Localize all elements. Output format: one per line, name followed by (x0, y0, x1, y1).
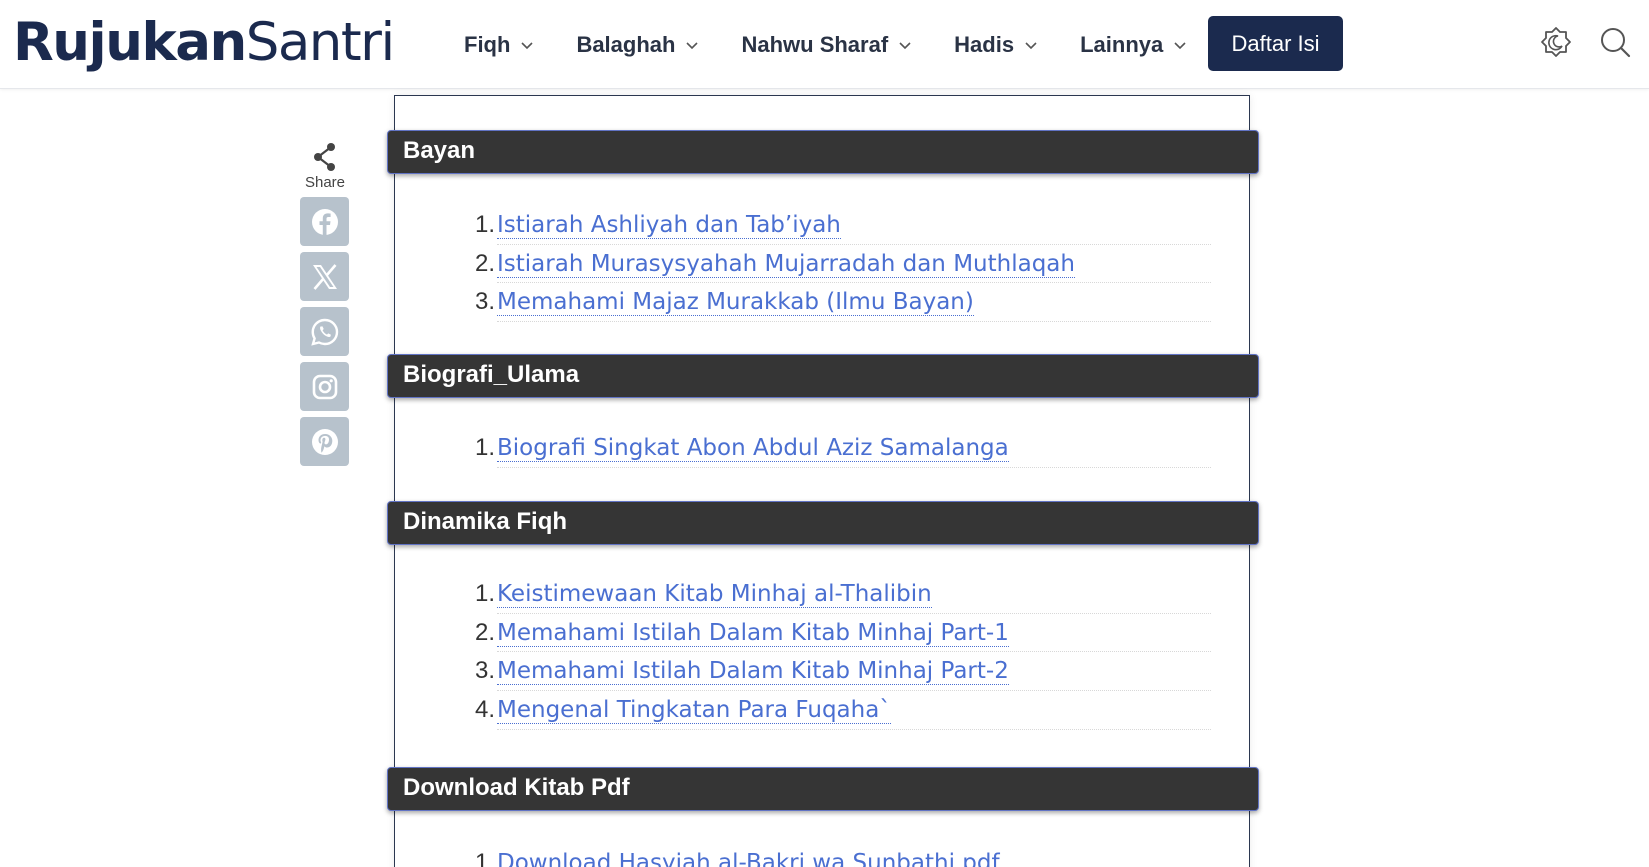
table-of-contents: Bayan 1. Istiarah Ashliyah dan Tab’iyah 2… (387, 95, 1259, 867)
list-item: 3. Memahami Majaz Murakkab (Ilmu Bayan) (475, 283, 1211, 323)
share-facebook-button[interactable] (300, 197, 349, 246)
share-pinterest-button[interactable] (300, 417, 349, 466)
nav-item-nahwu-sharaf[interactable]: Nahwu Sharaf (741, 32, 912, 58)
list-item: 2. Memahami Istilah Dalam Kitab Minhaj Pa… (475, 614, 1211, 653)
nav-item-balaghah[interactable]: Balaghah (576, 32, 699, 58)
section-heading: Download Kitab Pdf (387, 767, 1259, 811)
list-item: 1. Istiarah Ashliyah dan Tab’iyah (475, 206, 1211, 245)
logo-part-2: Santri (245, 12, 396, 73)
logo-part-1: Rujukan (13, 12, 247, 73)
facebook-icon (311, 208, 338, 235)
site-header: RujukanSantri Fiqh Balaghah Nahwu Sharaf… (0, 0, 1649, 89)
chevron-down-icon (686, 41, 699, 49)
main-nav: Fiqh Balaghah Nahwu Sharaf Hadis Lainnya (464, 0, 1229, 89)
section-list: 1. Keistimewaan Kitab Minhaj al-Thalibin … (465, 575, 1211, 730)
section-heading: Bayan (387, 130, 1259, 174)
article-link[interactable]: Keistimewaan Kitab Minhaj al-Thalibin (497, 581, 932, 608)
nav-label: Balaghah (576, 31, 676, 57)
list-item: 4. Mengenal Tingkatan Para Fuqaha` (475, 691, 1211, 730)
article-link[interactable]: Mengenal Tingkatan Para Fuqaha` (497, 697, 891, 725)
site-logo[interactable]: RujukanSantri (13, 10, 396, 76)
list-number: 1. (474, 211, 495, 238)
nav-item-lainnya[interactable]: Lainnya (1080, 32, 1187, 58)
section-heading: Biografi_Ulama (387, 354, 1259, 398)
nav-item-hadis[interactable]: Hadis (954, 32, 1038, 58)
nav-label: Fiqh (464, 31, 511, 57)
chevron-down-icon (1025, 41, 1037, 49)
share-x-button[interactable] (300, 252, 349, 301)
article-link[interactable]: Memahami Istilah Dalam Kitab Minhaj Part… (497, 658, 1009, 686)
list-number: 4. (474, 696, 495, 724)
list-item: 1. Biografi Singkat Abon Abdul Aziz Samal… (475, 429, 1211, 468)
pinterest-icon (311, 428, 338, 455)
list-item: 3. Memahami Istilah Dalam Kitab Minhaj Pa… (475, 652, 1211, 692)
share-whatsapp-button[interactable] (300, 307, 349, 356)
list-number: 1. (474, 434, 495, 461)
list-item: 1. Keistimewaan Kitab Minhaj al-Thalibin (475, 575, 1211, 614)
nav-label: Lainnya (1080, 31, 1164, 57)
section-list: 1. Biografi Singkat Abon Abdul Aziz Samal… (465, 429, 1211, 468)
chevron-down-icon (521, 41, 534, 49)
list-item: 2. Istiarah Murasysyahah Mujarradah dan M… (475, 245, 1211, 284)
article-link[interactable]: Istiarah Murasysyahah Mujarradah dan Mut… (497, 250, 1075, 278)
nav-label: Hadis (954, 31, 1015, 57)
list-number: 1. (474, 580, 495, 607)
section-list: 1. Download Hasyiah al-Bakri wa Sunbathi … (465, 844, 1211, 867)
daftar-isi-button[interactable]: Daftar Isi (1208, 16, 1343, 71)
theme-toggle-icon[interactable] (1538, 24, 1574, 60)
chevron-down-icon (899, 41, 911, 49)
chevron-down-icon (1174, 41, 1186, 49)
nav-label: Nahwu Sharaf (741, 31, 889, 57)
whatsapp-icon (310, 318, 338, 346)
section-heading: Dinamika Fiqh (387, 501, 1259, 545)
nav-item-fiqh[interactable]: Fiqh (464, 32, 534, 58)
share-label: Share (304, 174, 346, 191)
share-header: Share (300, 142, 350, 191)
instagram-icon (312, 374, 337, 399)
article-link[interactable]: Download Hasyiah al-Bakri wa Sunbathi pd… (497, 850, 1000, 867)
list-number: 2. (474, 618, 495, 646)
x-icon (312, 263, 337, 290)
article-link[interactable]: Istiarah Ashliyah dan Tab’iyah (497, 212, 841, 239)
section-list: 1. Istiarah Ashliyah dan Tab’iyah 2. Istia… (465, 206, 1211, 323)
list-number: 3. (474, 657, 495, 685)
list-number: 2. (474, 249, 495, 277)
list-item: 1. Download Hasyiah al-Bakri wa Sunbathi … (475, 844, 1211, 867)
list-number: 1. (474, 849, 495, 867)
article-link[interactable]: Memahami Majaz Murakkab (Ilmu Bayan) (497, 289, 974, 317)
share-instagram-button[interactable] (300, 362, 349, 411)
list-number: 3. (474, 288, 495, 316)
article-link[interactable]: Memahami Istilah Dalam Kitab Minhaj Part… (497, 619, 1009, 647)
share-icon (314, 143, 335, 171)
share-sidebar: Share (300, 142, 350, 466)
search-icon[interactable] (1597, 24, 1633, 60)
article-link[interactable]: Biografi Singkat Abon Abdul Aziz Samalan… (497, 435, 1009, 462)
